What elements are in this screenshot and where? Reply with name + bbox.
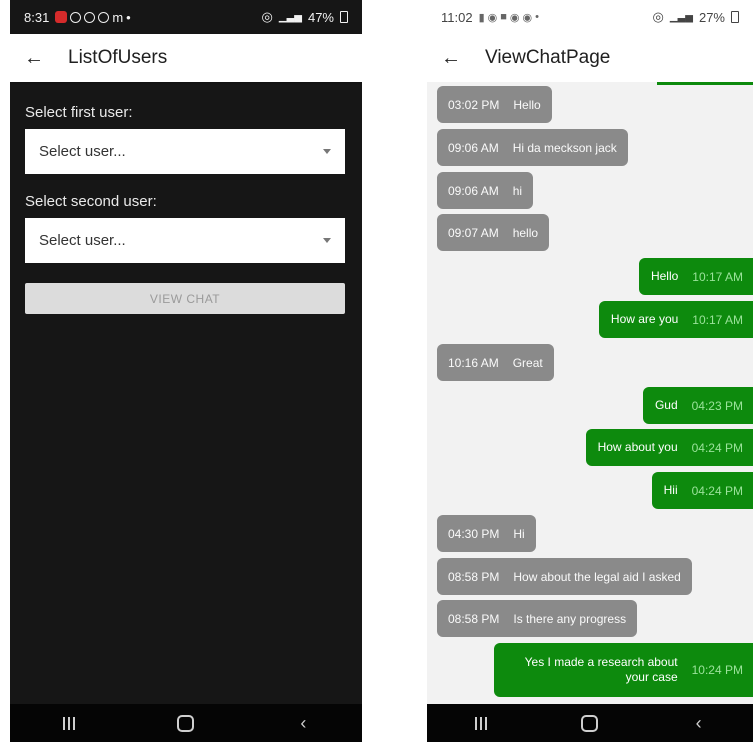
system-nav-bar: ‹ — [10, 704, 362, 742]
page-title: ViewChatPage — [485, 47, 611, 68]
signal-icon: ▁▃▅ — [278, 11, 302, 23]
home-icon[interactable] — [560, 714, 620, 732]
chat-list[interactable]: 03:02 PM Hello 09:06 AM Hi da meckson ja… — [427, 82, 753, 704]
message-bubble: Hello 10:17 AM — [638, 258, 753, 295]
message-bubble: 03:02 PM Hello — [437, 86, 552, 123]
app-bar: ← ListOfUsers — [10, 34, 362, 82]
message-time: 09:06 AM — [448, 183, 499, 198]
back-nav-icon[interactable]: ‹ — [273, 713, 333, 734]
status-right: ◎ ▁▃▅ 47% — [262, 9, 348, 25]
message-text: Yes I made a research about your case — [524, 655, 678, 684]
message-text: Hello — [650, 269, 679, 283]
battery-icon — [731, 11, 739, 23]
message-bubble: 04:30 PM Hi — [437, 515, 536, 552]
notification-red-icon — [55, 11, 68, 23]
message-text: hello — [512, 225, 539, 240]
notification-icon: ■ — [500, 11, 507, 23]
message-text: How about the legal aid I asked — [513, 569, 681, 584]
message-time: 04:24 PM — [691, 440, 743, 455]
message-bubble: How about you 04:24 PM — [585, 429, 753, 466]
message-text: Hi — [513, 526, 525, 541]
message-time: 04:30 PM — [448, 526, 500, 541]
status-extra: m — [112, 9, 124, 25]
message-text: Hi da meckson jack — [512, 140, 617, 155]
message-bubble: Yes I made a research about your case 10… — [494, 643, 753, 697]
message-time: 08:58 PM — [448, 569, 500, 584]
back-arrow-icon[interactable]: ← — [441, 47, 475, 70]
hotspot-icon: ◎ — [261, 9, 273, 24]
message-text: Hii — [663, 483, 678, 497]
message-bubble: How are you 10:17 AM — [598, 301, 753, 338]
message-time: 04:24 PM — [691, 483, 743, 498]
message-time: 10:24 PM — [691, 663, 743, 677]
notification-icons: ▮ ◉ ■ ◉ ◉ • — [479, 11, 539, 24]
message-text: hi — [512, 183, 523, 198]
signal-icon: ▁▃▅ — [669, 11, 693, 23]
message-time: 08:58 PM — [448, 611, 500, 626]
dropdown-caret-icon — [323, 238, 331, 243]
message-icon: ▮ — [478, 11, 485, 24]
battery-percent: 27% — [698, 9, 725, 25]
message-time: 10:17 AM — [692, 312, 743, 327]
message-text: Gud — [654, 398, 678, 412]
user-select-form: Select first user: Select user... Select… — [25, 82, 345, 314]
status-right: ◎ ▁▃▅ 27% — [653, 9, 739, 25]
back-nav-icon[interactable]: ‹ — [669, 713, 729, 734]
recents-icon[interactable] — [451, 716, 511, 730]
message-bubble: 09:07 AM hello — [437, 214, 550, 251]
message-bubble: Gud 04:23 PM — [642, 387, 753, 424]
message-bubble: 08:58 PM Is there any progress — [437, 600, 638, 637]
view-chat-button[interactable]: VIEW CHAT — [25, 283, 345, 314]
dot-icon: • — [126, 9, 131, 25]
message-text: How about you — [597, 440, 678, 454]
notification-icon: ◉ — [522, 11, 533, 24]
first-user-dropdown[interactable]: Select user... — [25, 129, 345, 174]
message-time: 09:07 AM — [448, 225, 499, 240]
message-time: 04:23 PM — [691, 398, 743, 413]
notification-icon: ◉ — [487, 11, 498, 24]
notification-icon — [70, 11, 82, 23]
first-user-value: Select user... — [39, 143, 126, 160]
home-icon[interactable] — [156, 714, 216, 732]
recents-icon[interactable] — [39, 716, 99, 730]
message-time: 10:17 AM — [692, 269, 743, 284]
back-arrow-icon[interactable]: ← — [24, 47, 58, 70]
app-bar: ← ViewChatPage — [427, 34, 753, 82]
message-bubble: 10:16 AM Great — [437, 344, 554, 381]
message-bubble: Hii 04:24 PM — [651, 472, 753, 509]
battery-icon — [340, 11, 348, 23]
status-bar: 11:02 ▮ ◉ ■ ◉ ◉ • ◎ ▁▃▅ 27% — [427, 0, 753, 34]
phone-view-chat: 11:02 ▮ ◉ ■ ◉ ◉ • ◎ ▁▃▅ 27% ← ViewChatPa… — [427, 0, 753, 742]
second-user-dropdown[interactable]: Select user... — [25, 218, 345, 263]
page-title: ListOfUsers — [68, 47, 168, 68]
dropdown-caret-icon — [323, 149, 331, 154]
phone-list-of-users: 8:31 m • ◎ ▁▃▅ 47% ← ListOfUsers Select … — [10, 0, 362, 742]
first-user-label: Select first user: — [25, 104, 133, 121]
system-nav-bar: ‹ — [427, 704, 753, 742]
dot-icon: • — [535, 11, 539, 23]
message-bubble: 08:58 PM How about the legal aid I asked — [437, 558, 692, 595]
second-user-value: Select user... — [39, 232, 126, 249]
status-time: 8:31 — [24, 9, 50, 25]
notification-icons: m • — [55, 9, 131, 25]
message-time: 10:16 AM — [448, 355, 499, 370]
notification-icon — [98, 11, 110, 23]
status-bar: 8:31 m • ◎ ▁▃▅ 47% — [10, 0, 362, 34]
message-bubble: 09:06 AM hi — [437, 172, 534, 209]
message-text: Hello — [513, 97, 541, 112]
notification-icon: ◉ — [509, 11, 520, 24]
battery-percent: 47% — [307, 9, 334, 25]
message-text: Is there any progress — [513, 611, 627, 626]
message-time: 09:06 AM — [448, 140, 499, 155]
status-time: 11:02 — [441, 9, 473, 25]
message-text: Great — [512, 355, 543, 370]
message-text: How are you — [610, 312, 679, 326]
second-user-label: Select second user: — [25, 193, 157, 210]
notification-icon — [84, 11, 96, 23]
message-time: 03:02 PM — [448, 97, 500, 112]
hotspot-icon: ◎ — [652, 9, 664, 24]
message-bubble: 09:06 AM Hi da meckson jack — [437, 129, 628, 166]
